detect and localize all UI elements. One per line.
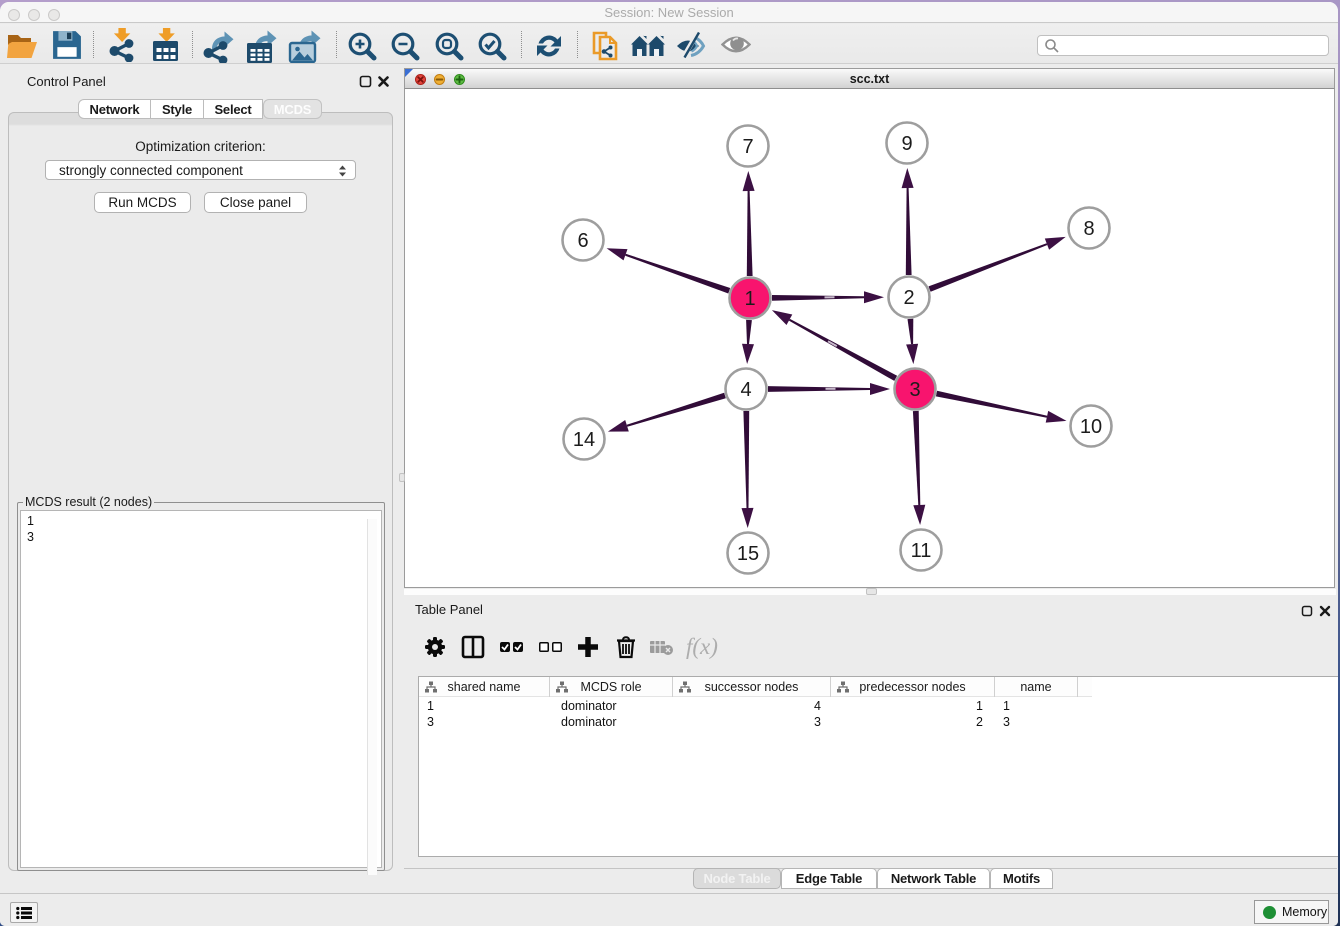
svg-text:15: 15 [737,543,759,565]
svg-text:9: 9 [901,133,912,155]
svg-text:7: 7 [742,136,753,158]
svg-text:14: 14 [573,429,595,451]
svg-text:4: 4 [740,379,751,401]
svg-text:2: 2 [903,287,914,309]
svg-text:11: 11 [911,540,932,562]
svg-text:8: 8 [1083,218,1094,240]
svg-text:10: 10 [1080,416,1102,438]
svg-text:6: 6 [577,230,588,252]
svg-text:3: 3 [909,379,920,401]
svg-text:1: 1 [744,288,755,310]
